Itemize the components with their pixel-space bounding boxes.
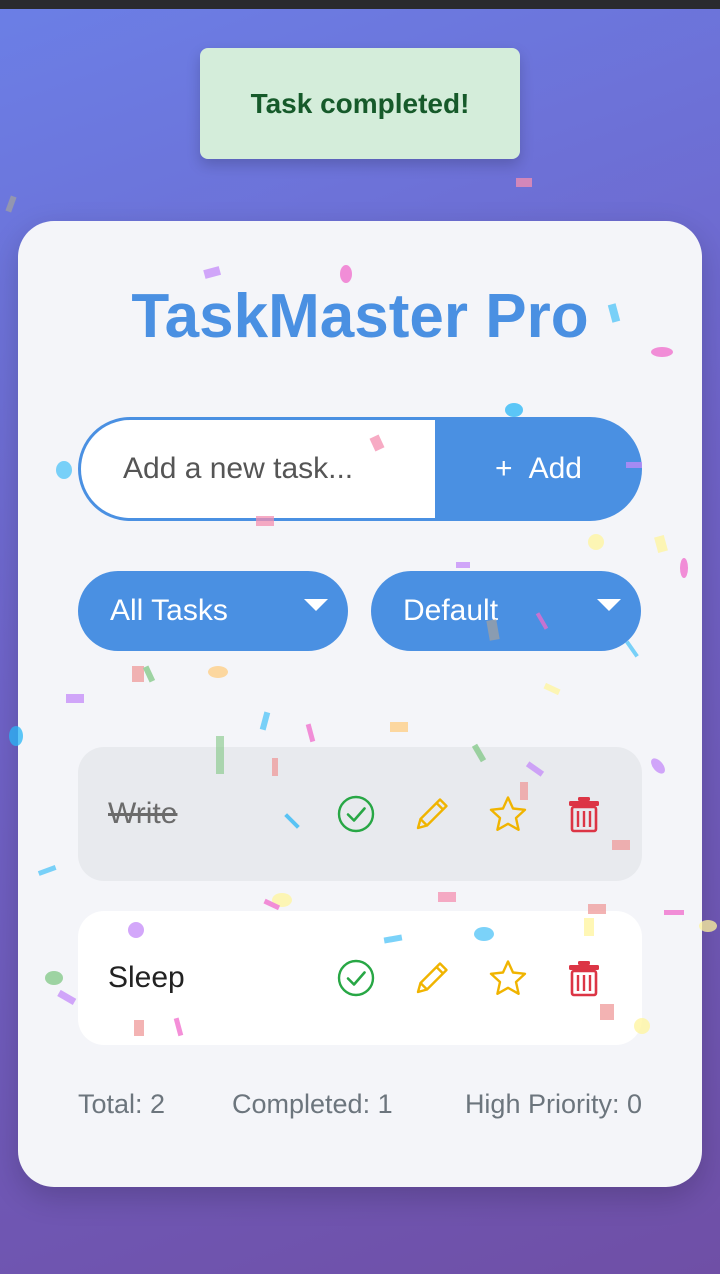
stat-high-priority: High Priority: 0 (464, 1089, 642, 1119)
task-item: Write (78, 747, 642, 881)
task-input[interactable] (81, 420, 435, 518)
toast-notification: Task completed! (200, 48, 520, 159)
star-icon[interactable] (488, 794, 528, 834)
sort-select-value: Default (403, 594, 499, 627)
task-text: Write (108, 797, 178, 830)
star-icon[interactable] (488, 958, 528, 998)
add-task-button[interactable]: + Add (435, 417, 642, 521)
toast-message: Task completed! (250, 87, 470, 119)
trash-icon[interactable] (564, 794, 604, 834)
chevron-down-icon (304, 599, 328, 611)
filter-select[interactable]: All Tasks (78, 571, 348, 651)
filter-select-value: All Tasks (110, 594, 228, 627)
pencil-icon[interactable] (412, 958, 452, 998)
trash-icon[interactable] (564, 958, 604, 998)
task-item: Sleep (78, 911, 642, 1045)
plus-icon: + (495, 452, 513, 485)
pencil-icon[interactable] (412, 794, 452, 834)
check-circle-icon[interactable] (336, 794, 376, 834)
task-card: TaskMaster Pro + Add All Tasks Default W… (18, 221, 702, 1187)
stat-total: Total: 2 (78, 1089, 166, 1119)
add-button-label: Add (528, 452, 582, 485)
sort-select[interactable]: Default (371, 571, 641, 651)
chevron-down-icon (597, 599, 621, 611)
add-task-form: + Add (78, 417, 642, 521)
stat-completed: Completed: 1 (232, 1089, 393, 1119)
check-circle-icon[interactable] (336, 958, 376, 998)
app-title: TaskMaster Pro (131, 282, 589, 351)
status-bar (0, 0, 720, 9)
task-text: Sleep (108, 961, 185, 994)
